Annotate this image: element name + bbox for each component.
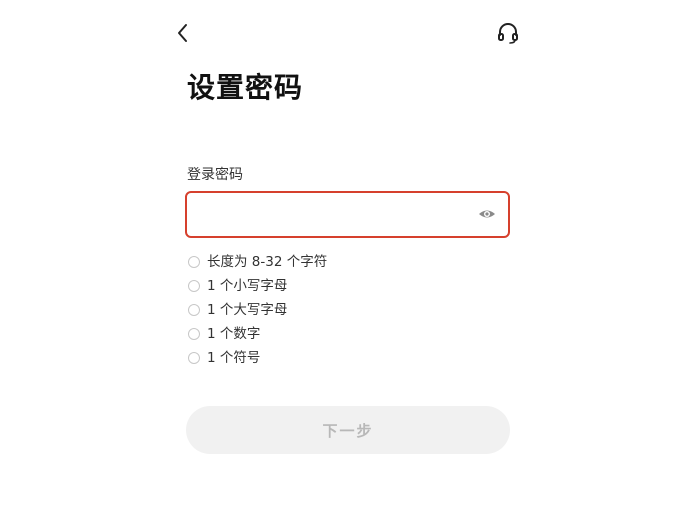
set-password-page: 设置密码 登录密码 长度为 8-32 个字符 1 个小写字母 1 个大写字母 1… (0, 0, 700, 511)
rule-text: 1 个符号 (207, 350, 261, 366)
rule-item-length: 长度为 8-32 个字符 (188, 250, 327, 274)
headset-icon (498, 23, 518, 44)
rule-status-icon (188, 328, 200, 340)
rule-text: 1 个数字 (207, 326, 261, 342)
rule-item-digit: 1 个数字 (188, 322, 327, 346)
back-button[interactable] (170, 20, 196, 46)
page-title: 设置密码 (187, 71, 304, 104)
rule-status-icon (188, 280, 200, 292)
rule-item-symbol: 1 个符号 (188, 346, 327, 370)
rule-item-uppercase: 1 个大写字母 (188, 298, 327, 322)
rule-text: 1 个大写字母 (207, 302, 288, 318)
password-field-container[interactable] (185, 191, 510, 238)
rule-status-icon (188, 256, 200, 268)
password-rules-list: 长度为 8-32 个字符 1 个小写字母 1 个大写字母 1 个数字 1 个符号 (188, 250, 327, 370)
rule-status-icon (188, 304, 200, 316)
toggle-password-visibility-button[interactable] (478, 206, 496, 222)
next-step-button[interactable]: 下一步 (186, 406, 510, 454)
password-field-label: 登录密码 (187, 167, 243, 183)
eye-icon (479, 210, 495, 218)
customer-service-button[interactable] (495, 20, 521, 46)
rule-text: 1 个小写字母 (207, 278, 288, 294)
rule-text: 长度为 8-32 个字符 (207, 254, 328, 270)
password-input[interactable] (197, 201, 471, 229)
rule-status-icon (188, 352, 200, 364)
rule-item-lowercase: 1 个小写字母 (188, 274, 327, 298)
chevron-left-icon (178, 24, 187, 42)
